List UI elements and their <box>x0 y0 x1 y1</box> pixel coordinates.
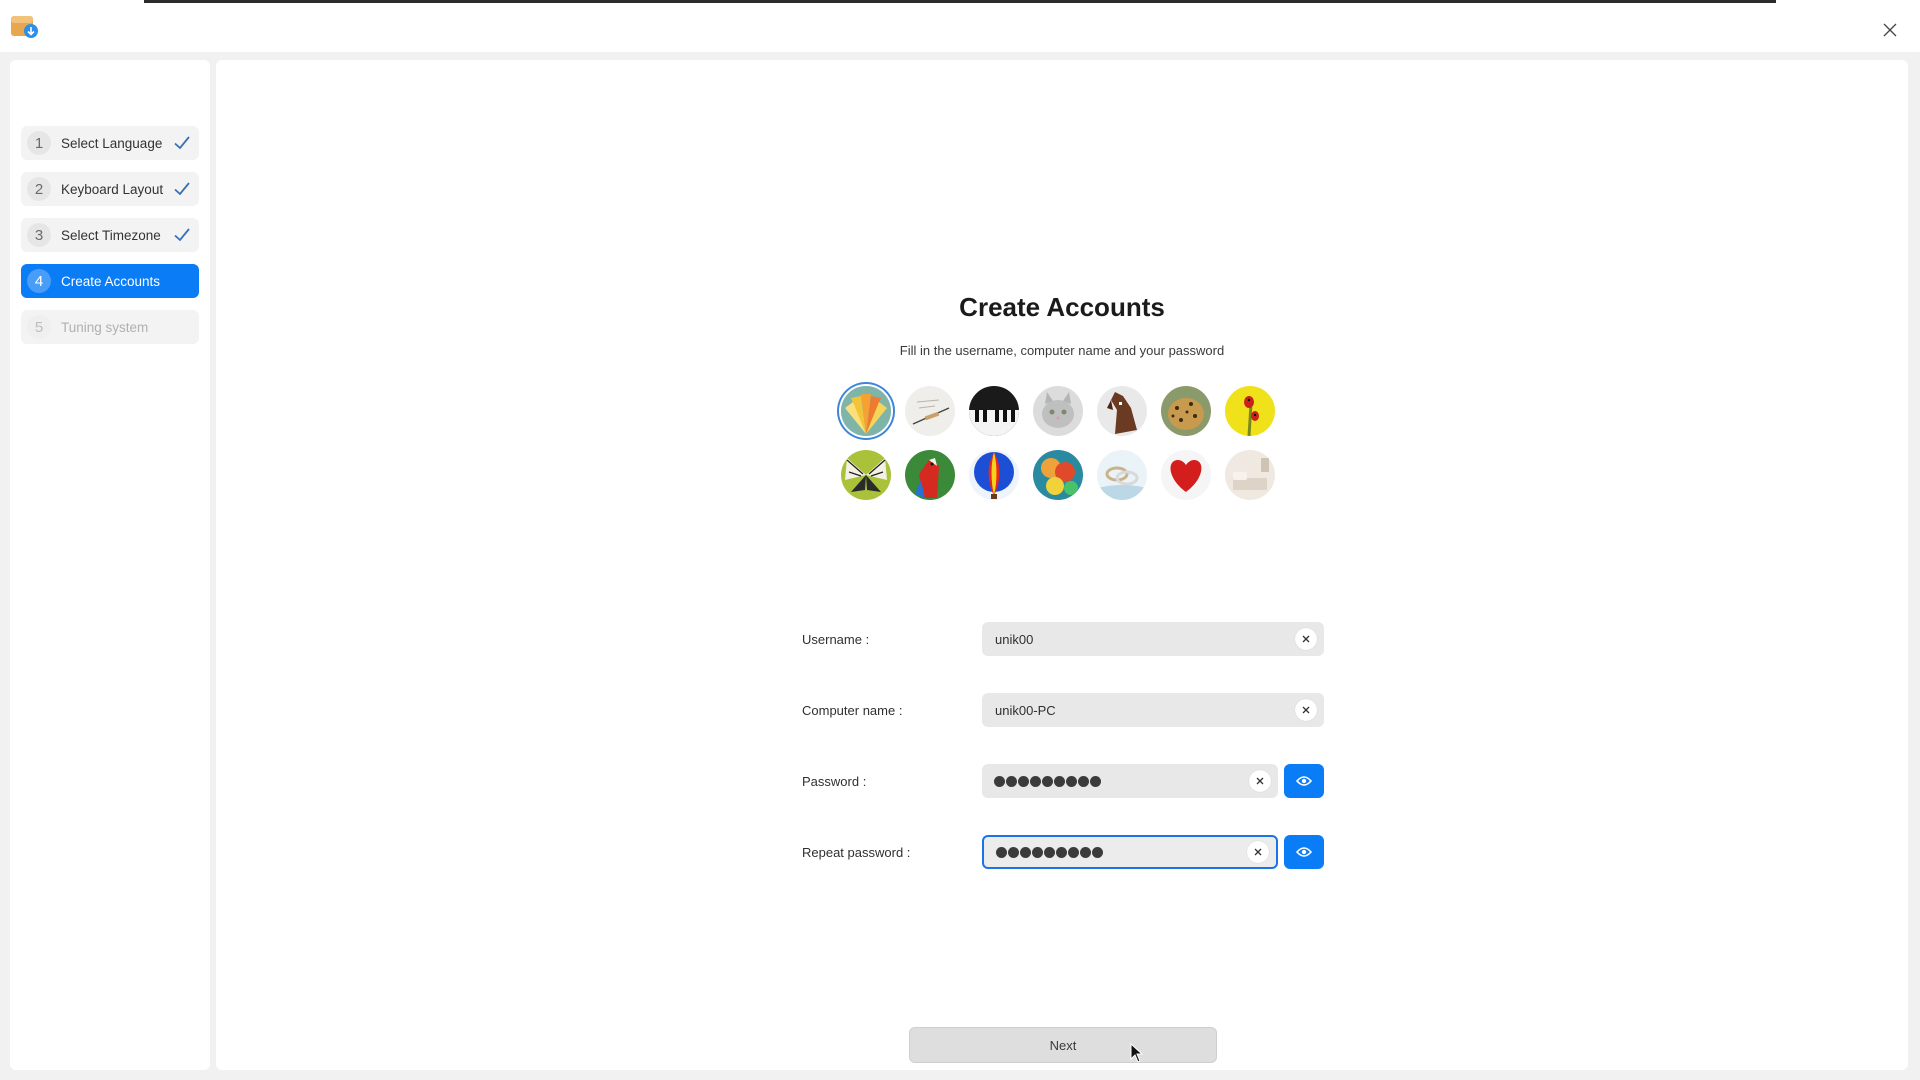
step-number: 1 <box>27 131 51 155</box>
step-number: 4 <box>27 269 51 293</box>
password-dot <box>1044 846 1055 858</box>
password-dot <box>1066 775 1077 787</box>
step-tuning-system: 5 Tuning system <box>21 310 199 344</box>
avatar-ladybug[interactable] <box>1225 386 1275 436</box>
computer-name-label: Computer name : <box>802 703 903 718</box>
password-dot <box>1030 775 1041 787</box>
avatar-cat[interactable] <box>1033 386 1083 436</box>
avatar-butterfly[interactable] <box>841 450 891 500</box>
installer-package-icon <box>10 12 40 40</box>
password-dot <box>1018 775 1029 787</box>
step-label: Select Timezone <box>61 227 161 243</box>
clear-repeat-password-button[interactable] <box>1247 841 1269 863</box>
repeat-password-field[interactable] <box>982 835 1278 869</box>
computer-name-value: unik00-PC <box>995 702 1056 718</box>
avatar-balloons[interactable] <box>1033 450 1083 500</box>
avatar-piano[interactable] <box>969 386 1019 436</box>
avatar-heart[interactable] <box>1161 450 1211 500</box>
password-dot <box>1056 846 1067 858</box>
step-label: Select Language <box>61 135 163 151</box>
password-dot <box>1020 846 1031 858</box>
avatar-horse[interactable] <box>1097 386 1147 436</box>
avatar-parrot[interactable] <box>905 450 955 500</box>
clear-icon <box>1302 706 1310 714</box>
password-dot <box>1080 846 1091 858</box>
install-progress-line <box>144 0 1776 3</box>
close-window-button[interactable] <box>1876 16 1904 44</box>
avatar-hot-air-balloon[interactable] <box>969 450 1019 500</box>
password-dot <box>1032 846 1043 858</box>
computer-name-field[interactable]: unik00-PC <box>982 693 1324 727</box>
avatar-bedroom[interactable] <box>1225 450 1275 500</box>
step-label: Create Accounts <box>61 273 161 289</box>
username-label: Username : <box>802 632 870 647</box>
close-icon <box>1883 23 1897 37</box>
clear-icon <box>1256 777 1264 785</box>
checkmark-icon <box>174 136 190 150</box>
page-subtitle: Fill in the username, computer name and … <box>899 343 1225 358</box>
next-button[interactable]: Next <box>909 1027 1217 1063</box>
checkmark-icon <box>174 182 190 196</box>
password-dot <box>1042 775 1053 787</box>
password-dot <box>1078 775 1089 787</box>
checkmark-icon <box>174 228 190 242</box>
clear-icon <box>1254 848 1262 856</box>
username-value: unik00 <box>995 631 1034 647</box>
show-password-button[interactable] <box>1284 764 1324 798</box>
clear-username-button[interactable] <box>1295 628 1317 650</box>
page-title: Create Accounts <box>959 292 1165 322</box>
mouse-cursor-icon <box>1130 1042 1144 1063</box>
password-dot <box>994 775 1005 787</box>
password-dot <box>1068 846 1079 858</box>
steps-sidebar: 1 Select Language 2 Keyboard Layout 3 Se… <box>10 60 210 1070</box>
password-field[interactable] <box>982 764 1278 798</box>
step-create-accounts[interactable]: 4 Create Accounts <box>21 264 199 298</box>
step-select-timezone[interactable]: 3 Select Timezone <box>21 218 199 252</box>
password-label: Password : <box>802 774 867 789</box>
avatar-flower[interactable] <box>841 386 891 436</box>
password-dot <box>996 846 1007 858</box>
step-label: Keyboard Layout <box>61 181 164 197</box>
step-keyboard-layout[interactable]: 2 Keyboard Layout <box>21 172 199 206</box>
clear-computer-name-button[interactable] <box>1295 699 1317 721</box>
username-field[interactable]: unik00 <box>982 622 1324 656</box>
password-dot <box>1006 775 1017 787</box>
clear-icon <box>1302 635 1310 643</box>
eye-icon <box>1296 847 1312 857</box>
title-bar <box>0 0 1920 52</box>
step-number: 2 <box>27 177 51 201</box>
repeat-password-label: Repeat password : <box>802 845 911 860</box>
password-dot <box>1054 775 1065 787</box>
step-number: 3 <box>27 223 51 247</box>
step-label: Tuning system <box>61 319 149 335</box>
password-dot <box>1092 846 1103 858</box>
password-dot <box>1090 775 1101 787</box>
step-number: 5 <box>27 315 51 339</box>
show-repeat-password-button[interactable] <box>1284 835 1324 869</box>
password-mask <box>994 775 1249 787</box>
avatar-leopard[interactable] <box>1161 386 1211 436</box>
avatar-sketch[interactable] <box>905 386 955 436</box>
repeat-password-mask <box>996 846 1247 858</box>
password-dot <box>1008 846 1019 858</box>
step-select-language[interactable]: 1 Select Language <box>21 126 199 160</box>
avatar-rings[interactable] <box>1097 450 1147 500</box>
main-panel: Create Accounts Fill in the username, co… <box>216 60 1908 1070</box>
clear-password-button[interactable] <box>1249 770 1271 792</box>
eye-icon <box>1296 776 1312 786</box>
